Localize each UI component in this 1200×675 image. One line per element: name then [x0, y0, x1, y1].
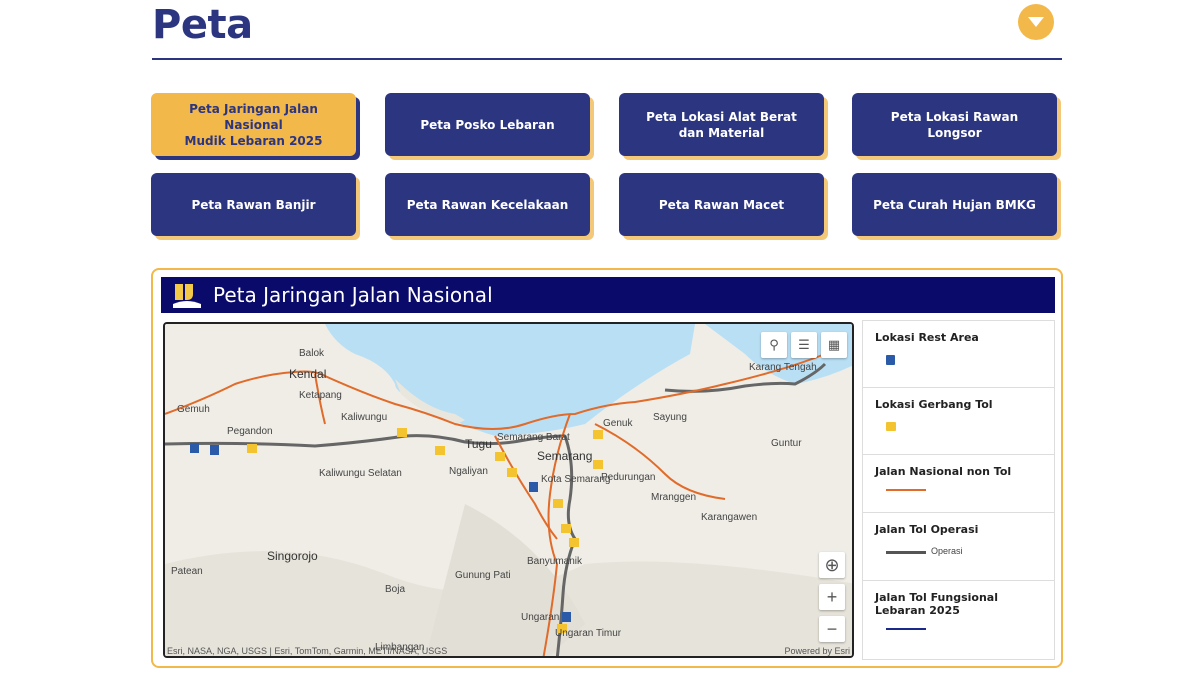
btn-peta-alat-berat[interactable]: Peta Lokasi Alat Berat dan Material — [619, 93, 824, 156]
qr-code-icon[interactable]: ▦ — [821, 332, 847, 358]
search-icon[interactable]: ⚲ — [761, 332, 787, 358]
zoom-controls: ⊕ + − — [819, 552, 845, 642]
place-label: Boja — [385, 584, 405, 595]
national-road-line-icon — [886, 489, 926, 491]
place-label: Singorojo — [267, 549, 318, 563]
place-label: Guntur — [771, 438, 802, 449]
locate-icon[interactable]: ⊕ — [819, 552, 845, 578]
legend-toll-functional: Jalan Tol Fungsional Lebaran 2025 — [863, 581, 1054, 659]
rest-area-icon — [886, 355, 895, 365]
btn-peta-rawan-banjir[interactable]: Peta Rawan Banjir — [151, 173, 356, 236]
map-toolbar: ⚲ ☰ ▦ — [761, 332, 847, 358]
panel-title: Peta Jaringan Jalan Nasional — [213, 283, 493, 307]
map-view[interactable]: Balok Kendal Ketapang Gemuh Kaliwungu Pe… — [163, 322, 854, 658]
btn-peta-rawan-kecelakaan[interactable]: Peta Rawan Kecelakaan — [385, 173, 590, 236]
place-label: Karangawen — [701, 512, 757, 523]
place-label: Mranggen — [651, 492, 696, 503]
place-label: Semarang — [537, 449, 592, 463]
legend-toll-gate: Lokasi Gerbang Tol — [863, 388, 1054, 455]
place-label: Ungaran Timur — [555, 628, 622, 639]
place-label: Gemuh — [177, 404, 210, 415]
legend-national-road: Jalan Nasional non Tol — [863, 455, 1054, 513]
zoom-out-icon[interactable]: − — [819, 616, 845, 642]
map-legend: Lokasi Rest Area Lokasi Gerbang Tol Jala… — [862, 320, 1055, 660]
functional-toll-line-icon — [886, 628, 926, 630]
place-label: Kaliwungu Selatan — [319, 468, 402, 479]
toll-gate-icon — [886, 422, 896, 431]
place-label: Tugu — [465, 437, 492, 451]
legend-toll-operation: Jalan Tol Operasi Operasi — [863, 513, 1054, 581]
map-attribution[interactable]: Esri, NASA, NGA, USGS | Esri, TomTom, Ga… — [167, 646, 447, 656]
place-label: Semarang Barat — [497, 432, 570, 443]
place-label: Kendal — [289, 367, 326, 381]
btn-peta-jaringan-jalan[interactable]: Peta Jaringan Jalan Nasional Mudik Lebar… — [151, 93, 356, 156]
place-label: Gunung Pati — [455, 570, 511, 581]
place-label: Genuk — [603, 418, 633, 429]
place-label: Patean — [171, 566, 203, 577]
place-label: Ngaliyan — [449, 466, 488, 477]
place-label: Balok — [299, 348, 325, 359]
btn-peta-rawan-macet[interactable]: Peta Rawan Macet — [619, 173, 824, 236]
map-canvas[interactable]: Balok Kendal Ketapang Gemuh Kaliwungu Pe… — [165, 324, 854, 658]
panel-header: Peta Jaringan Jalan Nasional — [161, 277, 1055, 313]
page-title: Peta — [152, 2, 253, 48]
place-label: Sayung — [653, 412, 687, 423]
toll-road-line-icon — [886, 551, 926, 554]
powered-by-esri[interactable]: Powered by Esri — [784, 646, 850, 656]
place-label: Karang Tengah — [749, 362, 817, 373]
title-divider — [152, 58, 1062, 60]
place-label: Pegandon — [227, 426, 273, 437]
place-label: Banyumanik — [527, 556, 583, 567]
pu-logo-icon — [173, 282, 201, 308]
chevron-down-icon[interactable] — [1018, 4, 1054, 40]
place-label: Ungaran — [521, 612, 559, 623]
btn-peta-posko-lebaran[interactable]: Peta Posko Lebaran — [385, 93, 590, 156]
place-label: Pedurungan — [601, 472, 656, 483]
map-panel: Peta Jaringan Jalan Nasional Balok Kenda… — [151, 268, 1063, 668]
btn-peta-curah-hujan[interactable]: Peta Curah Hujan BMKG — [852, 173, 1057, 236]
zoom-in-icon[interactable]: + — [819, 584, 845, 610]
legend-rest-area: Lokasi Rest Area — [863, 321, 1054, 388]
place-label: Ketapang — [299, 390, 342, 401]
layers-icon[interactable]: ☰ — [791, 332, 817, 358]
place-label: Kaliwungu — [341, 412, 387, 423]
btn-peta-rawan-longsor[interactable]: Peta Lokasi Rawan Longsor — [852, 93, 1057, 156]
